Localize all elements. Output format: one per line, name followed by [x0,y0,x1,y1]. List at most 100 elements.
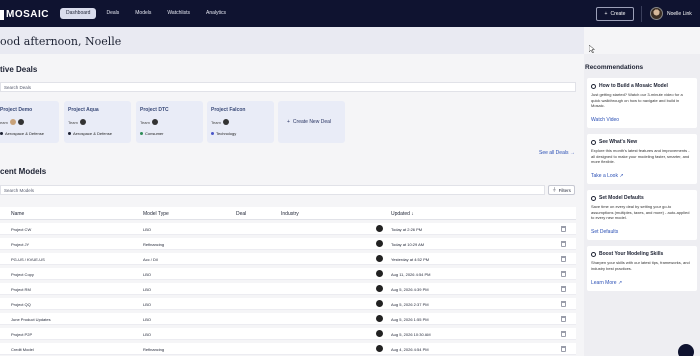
owner-avatar [376,285,383,292]
table-row[interactable]: Credit Model Refinancing Aug 4, 2026 4:5… [0,343,576,355]
trash-icon[interactable] [561,331,566,337]
industry-label: Consumer [145,131,164,136]
owner-avatar [376,240,383,247]
learn-more-link[interactable]: Learn More ↗ [591,280,622,286]
team-label: Team [140,119,150,125]
industry-label: Aerospace & Defense [5,131,44,136]
model-name: Project P2P [11,332,33,337]
nav-tab-analytics[interactable]: Analytics [200,8,232,19]
table-row[interactable]: Project P2P LBO Aug 5, 2026 10:30 AM [0,328,576,340]
help-chat-icon[interactable] [678,344,694,356]
owner-avatar [376,315,383,322]
column-header-industry[interactable]: Industry [281,211,299,217]
column-header-deal[interactable]: Deal [236,211,246,217]
logo-mark-icon [0,9,4,20]
trash-icon[interactable] [561,301,566,307]
create-new-deal-button[interactable]: + Create New Deal [278,101,345,143]
model-updated: Aug 5, 2026 1:55 PM [391,317,429,322]
take-a-look-link[interactable]: Take a Look ↗ [591,173,624,179]
model-name: Project CW [11,227,32,232]
rec-card-body: Sharpen your skills with our latest tips… [591,260,690,271]
create-label: Create [610,11,626,17]
deal-industry: Consumer [140,131,163,136]
industry-dot-icon [211,132,214,135]
mouse-cursor-icon [589,45,595,53]
table-row[interactable]: PG-US / KVUE-US Acc / Dil Yesterday at 4… [0,253,576,265]
model-type: Acc / Dil [143,257,158,262]
filters-label: Filters [558,187,571,193]
user-avatar[interactable] [650,7,663,20]
recommendation-card[interactable]: See What's New Explore this month's late… [587,134,697,184]
recommendation-card[interactable]: Boost Your Modeling Skills Sharpen your … [587,246,697,291]
model-name: Project JY [11,242,30,247]
model-type: LBO [143,227,152,232]
model-type: LBO [143,272,152,277]
table-row[interactable]: Project JY Refinancing Today at 10:29 AM [0,238,576,250]
deal-industry: Technology [211,131,236,136]
deal-card[interactable]: Project DTC Team Consumer [136,101,203,143]
deal-team: Team [140,119,158,125]
model-type: LBO [143,302,152,307]
rec-card-heading: Boost Your Modeling Skills [591,251,663,257]
team-avatar [9,119,16,125]
deal-name: Project Aqua [68,107,99,113]
nav-tab-deals[interactable]: Deals [100,8,125,19]
deal-card[interactable]: Project Aqua Team Aerospace & Defense [64,101,131,143]
owner-avatar [376,270,383,277]
table-row[interactable]: Project Copy LBO Aug 11, 2026 4:54 PM [0,268,576,280]
logo[interactable]: MOSAIC [0,9,49,20]
trash-icon[interactable] [561,316,566,322]
trash-icon[interactable] [561,346,566,352]
filters-button[interactable]: ⏚ Filters [548,185,575,195]
column-header-updated[interactable]: Updated ↓ [391,211,414,217]
models-search-input[interactable]: Search Models [0,185,545,195]
set-defaults-link[interactable]: Set Defaults [591,229,618,235]
deal-card[interactable]: Project Demo eam Aerospace & Defense [0,101,59,143]
rec-card-title: Set Model Defaults [599,195,644,201]
team-avatar [79,119,86,125]
owner-avatar [376,345,383,352]
create-new-deal-label: Create New Deal [292,119,331,125]
filter-icon: ⏚ [552,187,557,192]
industry-dot-icon [0,132,3,135]
owner-avatar [376,300,383,307]
deal-team: Team [68,119,86,125]
column-header-name[interactable]: Name [11,211,24,217]
industry-label: Technology [216,131,237,136]
recommendation-card[interactable]: Set Model Defaults Save time on every de… [587,190,697,240]
recommendation-card[interactable]: How to Build a Mosaic Model Just getting… [587,78,697,128]
model-updated: Yesterday at 4:52 PM [391,257,430,262]
deal-industry: Aerospace & Defense [0,131,44,136]
user-name[interactable]: Noelle Link [667,11,692,17]
trash-icon[interactable] [561,256,566,262]
rec-card-body: Save time on every deal by setting your … [591,204,690,220]
nav-tab-models[interactable]: Models [129,8,157,19]
model-updated: Today at 2:26 PM [391,227,423,232]
deal-card[interactable]: Project Falcon Team Technology [207,101,274,143]
team-label: eam [0,119,8,125]
table-row[interactable]: Project QQ LBO Aug 5, 2026 2:37 PM [0,298,576,310]
deals-search-input[interactable]: Search Deals [0,82,576,92]
model-updated: Aug 11, 2026 4:54 PM [391,272,431,277]
trash-icon[interactable] [561,271,566,277]
table-row[interactable]: June Product Updates LBO Aug 5, 2026 1:5… [0,313,576,325]
nav-tab-dashboard[interactable]: Dashboard [60,8,97,19]
model-updated: Today at 10:29 AM [391,242,425,247]
plus-icon: + [287,119,290,125]
trash-icon[interactable] [561,226,566,232]
column-header-model-type[interactable]: Model Type [143,211,169,217]
table-row[interactable]: Project CW LBO Today at 2:26 PM [0,223,576,235]
rec-card-heading: Set Model Defaults [591,195,644,201]
model-type: Refinancing [143,242,165,247]
deal-team: Team [211,119,229,125]
nav-tab-watchlists[interactable]: Watchlists [161,8,196,19]
trash-icon[interactable] [561,241,566,247]
create-button[interactable]: + Create [596,7,634,21]
industry-dot-icon [140,132,143,135]
watch-video-link[interactable]: Watch Video [591,117,619,123]
table-row[interactable]: Project RM LBO Aug 5, 2026 4:39 PM [0,283,576,295]
models-search-placeholder: Search Models [4,188,35,193]
see-all-deals-link[interactable]: See all Deals → [539,150,575,156]
trash-icon[interactable] [561,286,566,292]
model-name: PG-US / KVUE-US [11,257,45,262]
